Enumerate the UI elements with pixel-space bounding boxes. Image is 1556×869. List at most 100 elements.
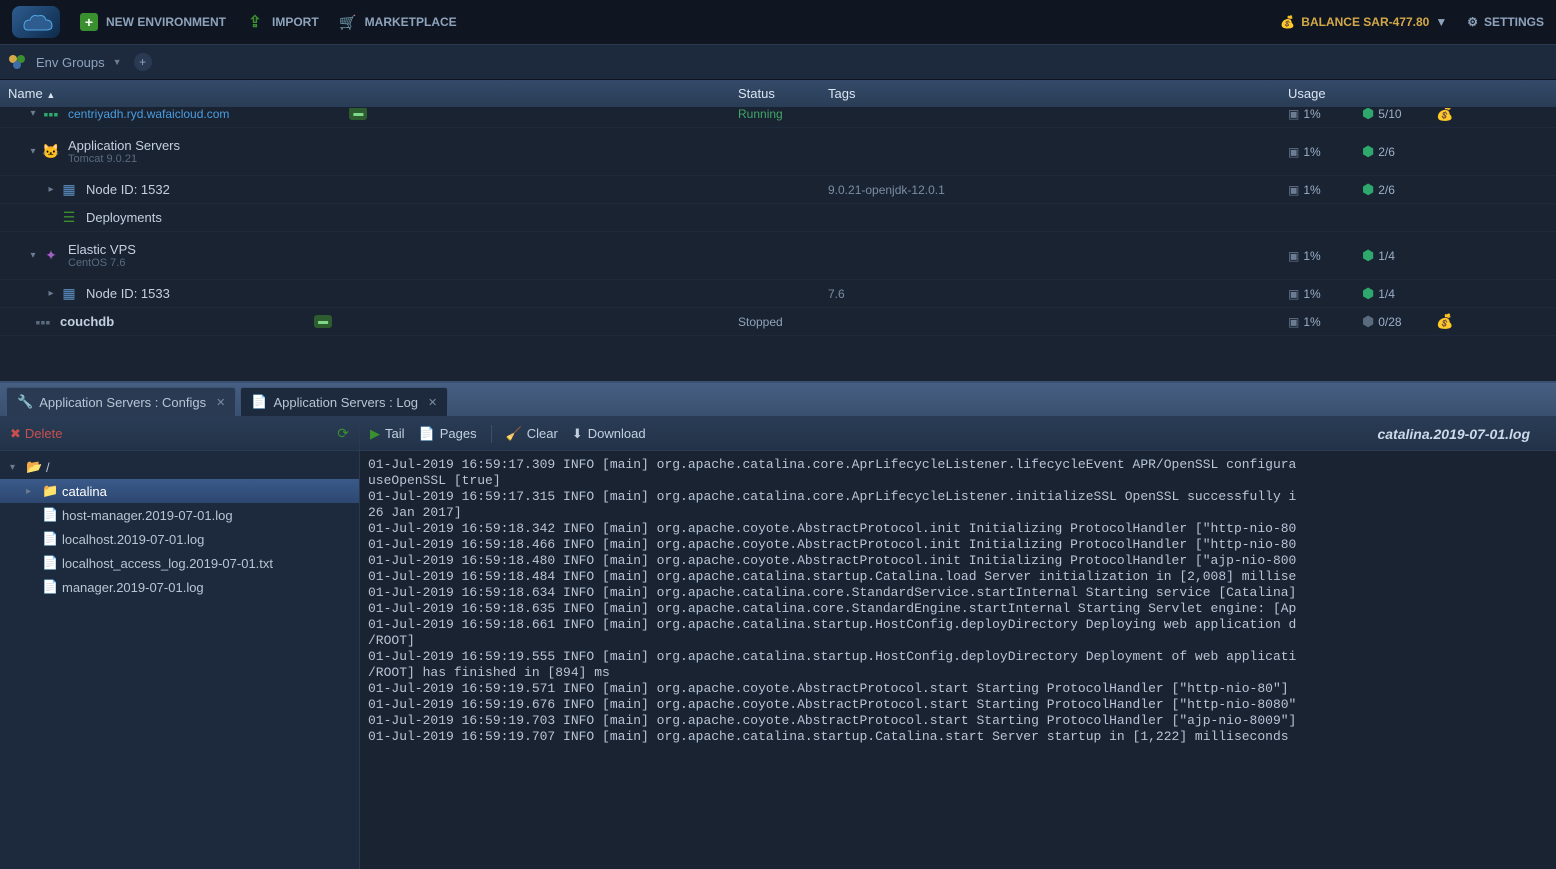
deployments-row[interactable]: ☰ Deployments — [0, 204, 1556, 232]
tab-configs-label: Application Servers : Configs — [39, 395, 206, 410]
download-label: Download — [588, 426, 646, 441]
chevron-down-icon[interactable]: ▾ — [10, 462, 22, 473]
tree-file[interactable]: 📄 manager.2019-07-01.log — [0, 575, 359, 599]
chevron-right-icon[interactable]: ▸ — [26, 486, 38, 497]
log-content[interactable]: 01-Jul-2019 16:59:17.309 INFO [main] org… — [360, 451, 1556, 869]
cloudlet-usage: 2/6 — [1378, 145, 1395, 159]
node-tags: 7.6 — [828, 287, 1288, 301]
tree-folder[interactable]: ▸ 📁 catalina — [0, 479, 359, 503]
deployments-label: Deployments — [86, 210, 162, 225]
environment-row[interactable]: ▾ ▪▪▪ centriyadh.ryd.wafaicloud.com ▬ Ru… — [0, 108, 1556, 128]
close-icon[interactable]: ✕ — [428, 396, 437, 409]
billing-icon[interactable]: 💰 — [1436, 108, 1458, 122]
file-tree-pane: ✖ Delete ⟳ ▾ 📂 / ▸ 📁 catalina � — [0, 417, 360, 869]
disk-icon: ▣ — [1288, 183, 1299, 197]
file-tree: ▾ 📂 / ▸ 📁 catalina 📄 host-manager.2019-0… — [0, 451, 359, 869]
file-icon: 📄 — [42, 555, 58, 571]
sort-asc-icon: ▲ — [46, 90, 55, 100]
environment-grid: ▾ ▪▪▪ centriyadh.ryd.wafaicloud.com ▬ Ru… — [0, 108, 1556, 381]
chevron-right-icon[interactable]: ▸ — [44, 287, 58, 301]
toolbar-separator — [491, 425, 492, 443]
cloudlet-icon: ⬢ — [1362, 247, 1374, 264]
pages-button[interactable]: 📄 Pages — [419, 426, 477, 442]
disk-icon: ▣ — [1288, 315, 1299, 329]
pages-label: Pages — [440, 426, 477, 441]
chevron-down-icon[interactable]: ▾ — [26, 108, 40, 121]
tree-file[interactable]: 📄 localhost_access_log.2019-07-01.txt — [0, 551, 359, 575]
node-label: Node ID: 1533 — [86, 286, 170, 301]
disk-usage: 1% — [1303, 287, 1320, 301]
tree-file-label: localhost.2019-07-01.log — [62, 532, 204, 547]
chevron-right-icon[interactable]: ▸ — [44, 183, 58, 197]
node-row[interactable]: ▸ ▦ Node ID: 1533 7.6 ▣1% ⬢1/4 — [0, 280, 1556, 308]
env-hostname[interactable]: centriyadh.ryd.wafaicloud.com — [68, 108, 229, 121]
import-label: IMPORT — [272, 15, 319, 29]
tail-icon: ▶ — [370, 426, 380, 442]
tree-file[interactable]: 📄 localhost.2019-07-01.log — [0, 527, 359, 551]
chevron-down-icon[interactable]: ▾ — [26, 145, 40, 159]
disk-icon: ▣ — [1288, 249, 1299, 263]
folder-open-icon: 📂 — [26, 459, 42, 475]
disk-usage: 1% — [1303, 315, 1320, 329]
balance-label: BALANCE SAR-477.80 — [1301, 15, 1429, 29]
cloudlet-usage: 5/10 — [1378, 108, 1401, 121]
plus-icon: + — [80, 13, 98, 31]
settings-button[interactable]: ⚙ SETTINGS — [1467, 15, 1544, 29]
delete-icon: ✖ — [10, 426, 21, 442]
billing-icon[interactable]: 💰 — [1436, 313, 1458, 330]
tab-log[interactable]: 📄 Application Servers : Log ✕ — [240, 387, 448, 416]
tree-file[interactable]: 📄 host-manager.2019-07-01.log — [0, 503, 359, 527]
environment-row[interactable]: ▸ ▪▪▪ couchdb ▬ Stopped ▣1% ⬢0/28 💰 — [0, 308, 1556, 336]
delete-button[interactable]: ✖ Delete — [10, 426, 62, 442]
column-status[interactable]: Status — [738, 86, 828, 101]
tail-label: Tail — [385, 426, 405, 441]
gear-icon: ⚙ — [1467, 15, 1478, 29]
deploy-badge-icon: ▬ — [349, 108, 367, 120]
chevron-down-icon: ▼ — [113, 57, 122, 67]
import-button[interactable]: ⇪ IMPORT — [246, 13, 319, 31]
tail-button[interactable]: ▶ Tail — [370, 426, 405, 442]
server-icon: ▦ — [58, 181, 80, 199]
download-icon: ⬇ — [572, 426, 583, 442]
node-group-row[interactable]: ▾ ✦ Elastic VPS CentOS 7.6 ▣1% ⬢1/4 — [0, 232, 1556, 280]
marketplace-icon: 🛒 — [339, 13, 357, 31]
node-group-row[interactable]: ▾ 🐱 Application Servers Tomcat 9.0.21 ▣1… — [0, 128, 1556, 176]
balance-button[interactable]: 💰 BALANCE SAR-477.80 ▼ — [1280, 15, 1447, 29]
download-button[interactable]: ⬇ Download — [572, 426, 646, 442]
centos-icon: ✦ — [40, 247, 62, 265]
app-logo[interactable] — [12, 6, 60, 38]
log-toolbar: ▶ Tail 📄 Pages 🧹 Clear ⬇ Download catali… — [360, 417, 1556, 451]
marketplace-button[interactable]: 🛒 MARKETPLACE — [339, 13, 457, 31]
env-groups-button[interactable]: Env Groups ▼ — [8, 53, 122, 71]
tab-configs[interactable]: 🔧 Application Servers : Configs ✕ — [6, 387, 236, 416]
log-title: catalina.2019-07-01.log — [1377, 426, 1546, 442]
clear-icon: 🧹 — [506, 426, 522, 442]
close-icon[interactable]: ✕ — [216, 396, 225, 409]
cloudlet-usage: 2/6 — [1378, 183, 1395, 197]
import-icon: ⇪ — [246, 13, 264, 31]
bottom-panel: 🔧 Application Servers : Configs ✕ 📄 Appl… — [0, 381, 1556, 869]
refresh-button[interactable]: ⟳ — [337, 425, 349, 442]
status-value: Running — [738, 108, 828, 121]
disk-icon: ▣ — [1288, 287, 1299, 301]
environment-icon: ▪▪▪ — [40, 108, 62, 123]
folder-icon: 📁 — [42, 483, 58, 499]
column-tags[interactable]: Tags — [828, 86, 1288, 101]
chevron-down-icon[interactable]: ▾ — [26, 249, 40, 263]
cloudlet-icon: ⬢ — [1362, 108, 1374, 122]
cloudlet-usage: 1/4 — [1378, 287, 1395, 301]
cloudlet-icon: ⬢ — [1362, 285, 1374, 302]
new-environment-button[interactable]: + NEW ENVIRONMENT — [80, 13, 226, 31]
clear-button[interactable]: 🧹 Clear — [506, 426, 558, 442]
disk-icon: ▣ — [1288, 145, 1299, 159]
pages-icon: 📄 — [419, 426, 435, 442]
tomcat-icon: 🐱 — [40, 143, 62, 161]
tree-root[interactable]: ▾ 📂 / — [0, 455, 359, 479]
node-tags: 9.0.21-openjdk-12.0.1 — [828, 183, 1288, 197]
node-row[interactable]: ▸ ▦ Node ID: 1532 9.0.21-openjdk-12.0.1 … — [0, 176, 1556, 204]
env-groups-icon — [8, 53, 28, 71]
column-usage[interactable]: Usage — [1288, 86, 1548, 101]
disk-icon: ▣ — [1288, 108, 1299, 121]
column-name[interactable]: Name ▲ — [8, 86, 738, 101]
add-env-group-button[interactable]: + — [134, 53, 152, 71]
